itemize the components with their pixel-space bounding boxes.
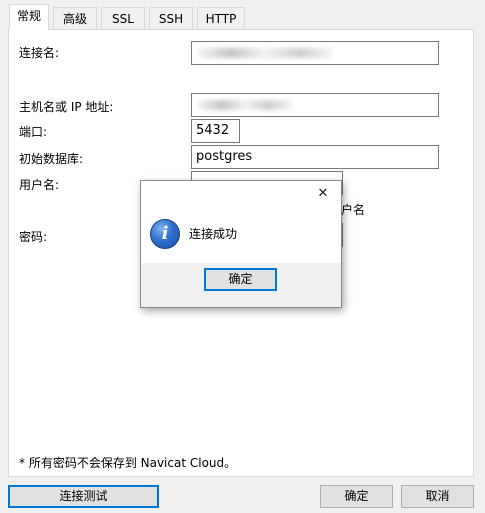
password-label: 密码: [19, 230, 48, 244]
test-connection-button[interactable]: 连接测试 [8, 485, 159, 508]
cancel-button[interactable]: 取消 [401, 485, 474, 508]
redacted-text [198, 48, 333, 58]
info-icon: i [150, 219, 180, 249]
port-label: 端口: [19, 125, 48, 139]
partial-label: 户名 [341, 203, 366, 217]
username-label: 用户名: [19, 178, 60, 192]
tab-advanced[interactable]: 高级 [53, 7, 97, 29]
tab-general[interactable]: 常规 [9, 4, 49, 30]
redacted-text [198, 100, 293, 110]
dialog-message: 连接成功 [189, 227, 238, 241]
tab-http[interactable]: HTTP [197, 7, 245, 29]
ok-button[interactable]: 确定 [320, 485, 393, 508]
dialog-titlebar: ✕ [141, 181, 341, 209]
host-label: 主机名或 IP 地址: [19, 100, 114, 114]
connection-success-dialog: ✕ i 连接成功 确定 [140, 180, 342, 308]
dialog-message-area: i 连接成功 [141, 209, 341, 263]
dialog-ok-button[interactable]: 确定 [204, 268, 277, 291]
close-icon[interactable]: ✕ [314, 185, 332, 203]
tab-ssl[interactable]: SSL [101, 7, 145, 29]
database-input[interactable]: postgres [191, 145, 439, 169]
tab-ssh[interactable]: SSH [149, 7, 193, 29]
port-input[interactable]: 5432 [191, 119, 240, 143]
connection-name-input[interactable] [191, 41, 439, 65]
host-input[interactable] [191, 93, 439, 117]
connection-name-label: 连接名: [19, 46, 60, 60]
password-storage-note: * 所有密码不会保存到 Navicat Cloud。 [19, 456, 237, 470]
database-label: 初始数据库: [19, 152, 84, 166]
